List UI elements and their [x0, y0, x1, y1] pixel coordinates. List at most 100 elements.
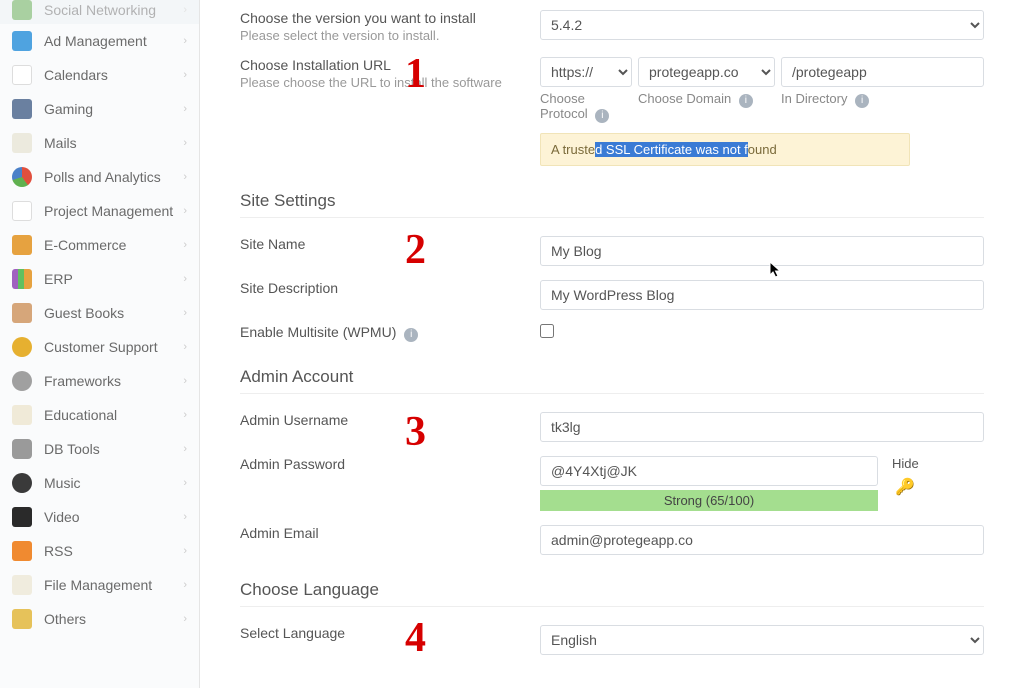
sidebar-item-rss[interactable]: RSS › [0, 534, 199, 568]
info-icon[interactable]: i [855, 94, 869, 108]
sidebar-item-customer-support[interactable]: Customer Support › [0, 330, 199, 364]
sidebar-item-ad-management[interactable]: Ad Management › [0, 24, 199, 58]
sidebar-item-label: Social Networking [44, 2, 183, 18]
info-icon[interactable]: i [404, 328, 418, 342]
sidebar-item-gaming[interactable]: Gaming › [0, 92, 199, 126]
clipboard-icon [12, 201, 32, 221]
calendar-icon [12, 65, 32, 85]
sidebar-item-video[interactable]: Video › [0, 500, 199, 534]
pie-chart-icon [12, 167, 32, 187]
sidebar-item-mails[interactable]: Mails › [0, 126, 199, 160]
sidebar-item-file-management[interactable]: File Management › [0, 568, 199, 602]
directory-input[interactable] [781, 57, 984, 87]
site-desc-input[interactable] [540, 280, 984, 310]
chevron-right-icon: › [183, 375, 187, 387]
book-icon [12, 303, 32, 323]
admin-pass-input[interactable] [540, 456, 878, 486]
chat-icon [12, 337, 32, 357]
sidebar-item-label: Ad Management [44, 33, 183, 49]
sidebar-item-label: Others [44, 611, 183, 627]
sidebar-item-music[interactable]: Music › [0, 466, 199, 500]
sidebar: Social Networking › Ad Management › Cale… [0, 0, 200, 688]
gear-icon [12, 371, 32, 391]
site-settings-heading: Site Settings [240, 191, 984, 211]
site-name-label: Site Name [240, 236, 540, 252]
sidebar-item-label: DB Tools [44, 441, 183, 457]
site-name-input[interactable] [540, 236, 984, 266]
chevron-right-icon: › [183, 239, 187, 251]
sidebar-item-label: ERP [44, 271, 183, 287]
sidebar-item-label: Customer Support [44, 339, 183, 355]
sidebar-item-label: Guest Books [44, 305, 183, 321]
divider [240, 606, 984, 607]
domain-select[interactable]: protegeapp.co [638, 57, 775, 87]
sidebar-item-polls-analytics[interactable]: Polls and Analytics › [0, 160, 199, 194]
open-book-icon [12, 405, 32, 425]
sidebar-item-project-management[interactable]: Project Management › [0, 194, 199, 228]
database-icon [12, 439, 32, 459]
protocol-sublabel: Choose Protocol i [540, 91, 632, 123]
bar-chart-icon [12, 269, 32, 289]
protocol-select[interactable]: https:// [540, 57, 632, 87]
sidebar-item-erp[interactable]: ERP › [0, 262, 199, 296]
admin-email-input[interactable] [540, 525, 984, 555]
site-desc-label: Site Description [240, 280, 540, 296]
ssl-warning: A trusted SSL Certificate was not found [540, 133, 910, 166]
chevron-right-icon: › [183, 35, 187, 47]
select-language-label: Select Language [240, 625, 540, 641]
version-sublabel: Please select the version to install. [240, 28, 520, 43]
admin-pass-label: Admin Password [240, 456, 540, 472]
gamepad-icon [12, 99, 32, 119]
sidebar-item-db-tools[interactable]: DB Tools › [0, 432, 199, 466]
sidebar-item-label: Polls and Analytics [44, 169, 183, 185]
chevron-right-icon: › [183, 103, 187, 115]
sidebar-item-guest-books[interactable]: Guest Books › [0, 296, 199, 330]
sidebar-item-social-networking[interactable]: Social Networking › [0, 0, 199, 24]
cart-icon [12, 235, 32, 255]
version-label: Choose the version you want to install [240, 10, 520, 26]
chevron-right-icon: › [183, 477, 187, 489]
annotation-3: 3 [405, 408, 426, 456]
sidebar-item-ecommerce[interactable]: E-Commerce › [0, 228, 199, 262]
admin-account-heading: Admin Account [240, 367, 984, 387]
multisite-label: Enable Multisite (WPMU) i [240, 324, 540, 342]
sidebar-item-label: Music [44, 475, 183, 491]
admin-user-input[interactable] [540, 412, 984, 442]
arrow-icon [12, 31, 32, 51]
sidebar-item-label: File Management [44, 577, 183, 593]
annotation-2: 2 [405, 226, 426, 274]
clapperboard-icon [12, 507, 32, 527]
chevron-right-icon: › [183, 307, 187, 319]
sidebar-item-educational[interactable]: Educational › [0, 398, 199, 432]
sidebar-item-others[interactable]: Others › [0, 602, 199, 636]
sidebar-item-label: RSS [44, 543, 183, 559]
music-icon [12, 473, 32, 493]
divider [240, 217, 984, 218]
key-icon[interactable]: 🔑 [895, 477, 915, 497]
multisite-checkbox[interactable] [540, 324, 554, 338]
info-icon[interactable]: i [595, 109, 609, 123]
chevron-right-icon: › [183, 69, 187, 81]
chevron-right-icon: › [183, 409, 187, 421]
chevron-right-icon: › [183, 613, 187, 625]
divider [240, 393, 984, 394]
sidebar-item-frameworks[interactable]: Frameworks › [0, 364, 199, 398]
sidebar-item-label: Mails [44, 135, 183, 151]
language-select[interactable]: English [540, 625, 984, 655]
annotation-4: 4 [405, 614, 426, 662]
choose-language-heading: Choose Language [240, 580, 984, 600]
sidebar-item-label: Gaming [44, 101, 183, 117]
main-content: 1 2 3 4 Choose the version you want to i… [200, 0, 1024, 688]
install-url-label: Choose Installation URL [240, 57, 520, 73]
envelope-icon [12, 133, 32, 153]
annotation-1: 1 [405, 50, 426, 98]
hide-password-link[interactable]: Hide [892, 456, 919, 471]
version-select[interactable]: 5.4.2 [540, 10, 984, 40]
sidebar-item-label: E-Commerce [44, 237, 183, 253]
sidebar-item-calendars[interactable]: Calendars › [0, 58, 199, 92]
rss-icon [12, 541, 32, 561]
chevron-right-icon: › [183, 4, 187, 16]
info-icon[interactable]: i [739, 94, 753, 108]
sidebar-item-label: Calendars [44, 67, 183, 83]
folder-icon [12, 609, 32, 629]
